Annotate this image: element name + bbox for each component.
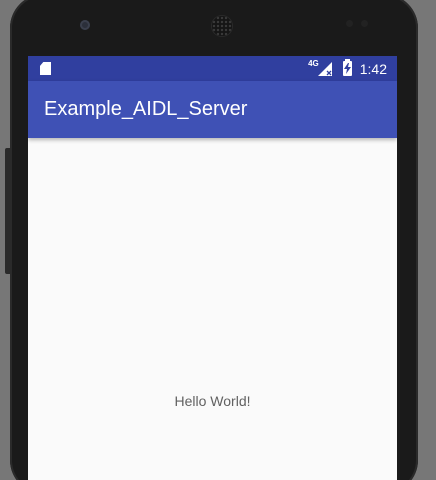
- app-screen: 4G 1:42 Example_AIDL_Server Hello World!: [28, 56, 397, 480]
- status-bar: 4G 1:42: [28, 56, 397, 81]
- status-indicators: 4G 1:42: [308, 56, 387, 81]
- camera-icon: [80, 20, 90, 30]
- status-time: 1:42: [359, 60, 387, 77]
- hello-message: Hello World!: [174, 393, 251, 409]
- signal-icon: [317, 61, 333, 77]
- device-scene: 4G 1:42 Example_AIDL_Server Hello World!: [0, 0, 436, 480]
- speaker-icon: [212, 16, 232, 36]
- sensor-icon: [346, 20, 372, 28]
- battery-charging-icon: [342, 59, 352, 76]
- app-toolbar: Example_AIDL_Server: [28, 81, 397, 138]
- sd-card-icon: [40, 62, 51, 75]
- app-title: Example_AIDL_Server: [44, 98, 248, 120]
